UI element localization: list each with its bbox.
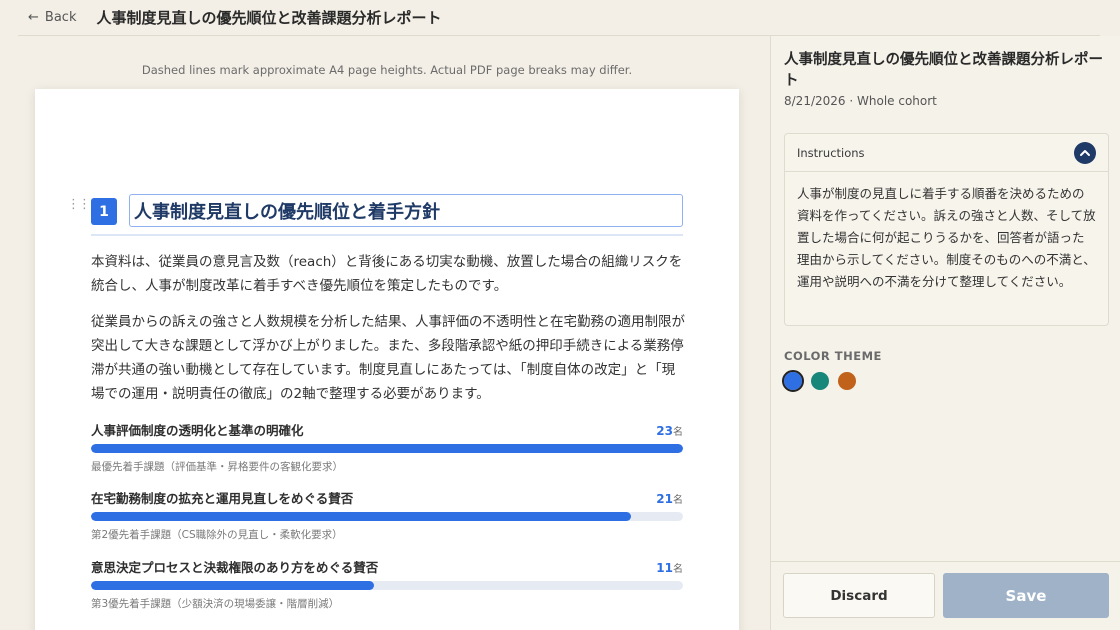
metric-count: 11名 — [656, 561, 683, 575]
metric-label: 在宅勤務制度の拡充と運用見直しをめぐる賛否 — [91, 491, 354, 506]
arrow-left-icon: ← — [28, 10, 39, 25]
metric-label: 意思決定プロセスと決裁権限のあり方をめぐる賛否 — [91, 560, 379, 575]
section-paragraph-1[interactable]: 本資料は、従業員の意見言及数（reach）と背後にある切実な動機、放置した場合の… — [91, 250, 685, 298]
editor-area: Dashed lines mark approximate A4 page he… — [0, 36, 770, 630]
page-break-hint: Dashed lines mark approximate A4 page he… — [141, 63, 633, 77]
report-meta: 8/21/2026 · Whole cohort — [784, 94, 937, 108]
report-cohort: Whole cohort — [857, 94, 937, 108]
section-number-badge: 1 — [91, 198, 117, 225]
top-bar: ← Back 人事制度見直しの優先順位と改善課題分析レポート — [18, 0, 1100, 36]
meta-separator: · — [849, 94, 854, 108]
metric-bar-3: 意思決定プロセスと決裁権限のあり方をめぐる賛否 11名 第3優先着手課題（少額決… — [91, 557, 683, 611]
settings-panel: 人事制度見直しの優先順位と改善課題分析レポート 8/21/2026 · Whol… — [770, 36, 1120, 630]
heading-divider — [91, 234, 683, 236]
back-label: Back — [44, 10, 77, 25]
save-button[interactable]: Save — [943, 573, 1109, 618]
metric-count: 21名 — [656, 492, 683, 506]
color-theme-label: COLOR THEME — [784, 349, 882, 363]
metric-caption: 第3優先着手課題（少額決済の現場委譲・階層削減） — [91, 598, 340, 610]
report-date: 8/21/2026 — [784, 94, 846, 108]
report-title: 人事制度見直しの優先順位と改善課題分析レポート — [784, 52, 1103, 89]
section-heading-input[interactable] — [129, 194, 683, 227]
metric-bar-1: 人事評価制度の透明化と基準の明確化 23名 最優先着手課題（評価基準・昇格要件の… — [91, 420, 683, 474]
discard-button[interactable]: Discard — [783, 573, 935, 618]
metric-caption: 第2優先着手課題（CS職除外の見直し・柔軟化要求） — [91, 529, 343, 541]
metric-caption: 最優先着手課題（評価基準・昇格要件の客観化要求） — [91, 461, 343, 473]
progress-track — [91, 512, 683, 521]
back-button[interactable]: ← Back — [28, 10, 76, 25]
panel-footer: Discard Save — [771, 561, 1120, 630]
progress-fill — [91, 581, 374, 590]
drag-handle-icon[interactable]: ⋮⋮ — [67, 197, 91, 212]
instructions-header[interactable]: Instructions — [785, 134, 1108, 172]
instructions-text[interactable]: 人事が制度の見直しに着手する順番を決めるための資料を作ってください。訴えの強さと… — [785, 172, 1108, 304]
page-title: 人事制度見直しの優先順位と改善課題分析レポート — [96, 9, 442, 27]
progress-fill — [91, 444, 683, 453]
metric-count: 23名 — [656, 424, 683, 438]
color-swatch-orange[interactable] — [838, 372, 856, 390]
chevron-up-icon — [1080, 149, 1090, 156]
progress-track — [91, 444, 683, 453]
section-paragraph-2[interactable]: 従業員からの訴えの強さと人数規模を分析した結果、人事評価の不透明性と在宅勤務の適… — [91, 310, 685, 406]
color-swatch-blue[interactable] — [782, 370, 804, 392]
color-swatch-teal[interactable] — [811, 372, 829, 390]
progress-fill — [91, 512, 632, 521]
metric-label: 人事評価制度の透明化と基準の明確化 — [91, 423, 304, 438]
instructions-panel: Instructions 人事が制度の見直しに着手する順番を決めるための資料を作… — [784, 133, 1109, 326]
instructions-label: Instructions — [797, 145, 865, 160]
document-page: ⋮⋮ 1 本資料は、従業員の意見言及数（reach）と背後にある切実な動機、放置… — [35, 89, 739, 630]
metric-bar-2: 在宅勤務制度の拡充と運用見直しをめぐる賛否 21名 第2優先着手課題（CS職除外… — [91, 488, 683, 542]
color-theme-swatches — [782, 370, 856, 392]
progress-track — [91, 581, 683, 590]
collapse-button[interactable] — [1074, 141, 1096, 164]
